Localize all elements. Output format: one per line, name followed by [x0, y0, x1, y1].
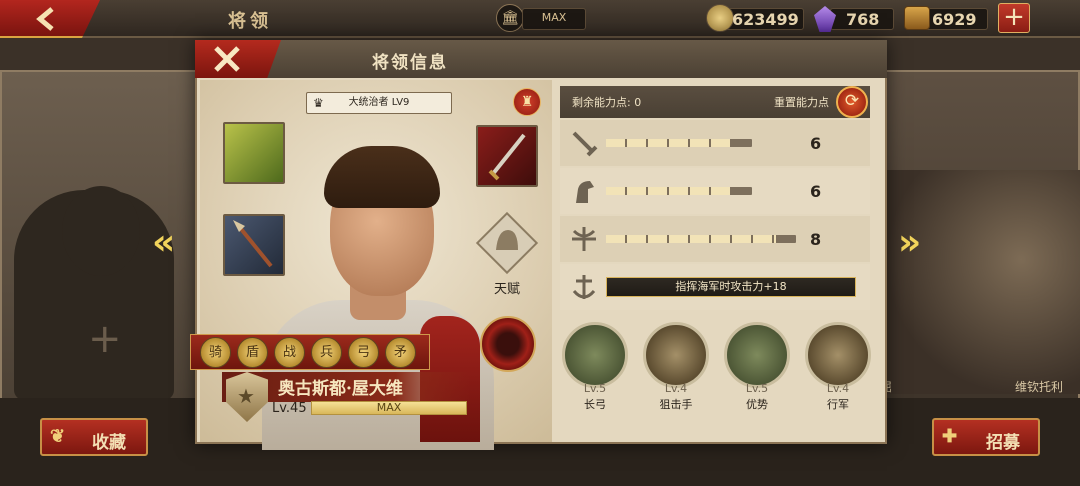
- attack-fill: [606, 139, 732, 147]
- chest-value: 6929: [932, 10, 977, 29]
- skill-name: 狙击手: [659, 398, 693, 411]
- building-icon: 🏛: [496, 4, 524, 32]
- troop-type-spear-icon: 矛: [385, 337, 416, 368]
- skill-level: Lv.5: [583, 382, 607, 395]
- silhouette-head: [62, 186, 140, 276]
- dagger-icon: [488, 133, 526, 181]
- talent-label: 天赋: [494, 282, 521, 297]
- building-level: MAX: [541, 11, 567, 24]
- add-resources-button[interactable]: +: [998, 3, 1030, 33]
- troop-type-shield-icon: 盾: [237, 337, 268, 368]
- naval-bonus-tooltip: 指挥海军时攻击力+18: [606, 277, 856, 297]
- skill-name: 行军: [827, 398, 849, 411]
- troop-type-war-icon: 战: [274, 337, 305, 368]
- right-hero-portraits[interactable]: [884, 170, 1080, 394]
- crossbow-icon: [568, 223, 600, 255]
- sniper-skill-icon[interactable]: [643, 322, 709, 388]
- recruit-button[interactable]: ✚ 招募: [932, 418, 1040, 456]
- reset-points-label: 重置能力点: [774, 96, 829, 109]
- dagger-equipment-slot[interactable]: [476, 125, 538, 187]
- favorite-label: 收藏: [92, 433, 126, 453]
- spear-icon: [233, 220, 273, 268]
- laurel-icon: ❦: [50, 426, 66, 447]
- add-laurel-icon: ✚: [942, 426, 958, 447]
- panel-title: 将领信息: [372, 53, 448, 73]
- attack-value: 6: [810, 134, 822, 153]
- march-skill-icon[interactable]: [805, 322, 871, 388]
- change-portrait-button[interactable]: ♜: [513, 88, 541, 116]
- remaining-points: 剩余能力点: 0: [572, 96, 642, 109]
- troop-type-soldier-icon: 兵: [311, 337, 342, 368]
- treasure-chest-icon: [904, 6, 930, 30]
- close-button[interactable]: [195, 40, 281, 78]
- skill-level: Lv.4: [826, 382, 850, 395]
- horse-icon: [568, 175, 600, 207]
- troop-type-archer-icon: 弓: [348, 337, 379, 368]
- skill-level: Lv.5: [745, 382, 769, 395]
- spear-equipment-slot[interactable]: [223, 214, 285, 276]
- add-hero-icon: +: [88, 316, 122, 362]
- hero-name: 奥古斯都·屋大维: [278, 379, 403, 399]
- skill-level: Lv.4: [664, 382, 688, 395]
- talent-button[interactable]: [474, 210, 540, 276]
- sword-icon: [568, 127, 600, 159]
- prev-hero-chevron-icon[interactable]: «: [152, 222, 178, 263]
- troop-type-cavalry-icon: 骑: [200, 337, 231, 368]
- recruit-label: 招募: [986, 433, 1020, 453]
- helmet-icon: [475, 211, 539, 275]
- gem-value: 768: [846, 10, 880, 29]
- crown-icon: ♛: [313, 96, 324, 110]
- ranged-fill: [606, 235, 776, 243]
- page-title: 将领: [228, 11, 272, 32]
- favorite-button[interactable]: ❦ 收藏: [40, 418, 148, 456]
- back-arrow-icon: [36, 7, 54, 31]
- right-hero-name: 维钦托利: [1015, 380, 1064, 394]
- anchor-icon: [568, 271, 600, 303]
- reset-points-button[interactable]: ⟳: [836, 86, 868, 118]
- banner-equipment-slot[interactable]: [223, 122, 285, 184]
- panel-header: [195, 40, 887, 78]
- rank-label: 大统治者 LV9: [348, 97, 410, 108]
- ring-equipment-slot[interactable]: [480, 316, 536, 372]
- skill-name: 优势: [746, 398, 768, 411]
- level-status: MAX: [376, 401, 402, 414]
- cavalry-fill: [606, 187, 732, 195]
- longbow-skill-icon[interactable]: [562, 322, 628, 388]
- coin-value: 623499: [732, 10, 799, 29]
- next-hero-chevron-icon[interactable]: »: [898, 222, 924, 263]
- advantage-skill-icon[interactable]: [724, 322, 790, 388]
- rank-badge: ♛ 大统治者 LV9: [306, 92, 452, 114]
- cavalry-value: 6: [810, 182, 822, 201]
- skill-name: 长弓: [584, 398, 606, 411]
- close-icon: [214, 46, 240, 72]
- hero-level: Lv.45: [272, 401, 307, 416]
- ranged-value: 8: [810, 230, 822, 249]
- coin-icon: [706, 4, 734, 32]
